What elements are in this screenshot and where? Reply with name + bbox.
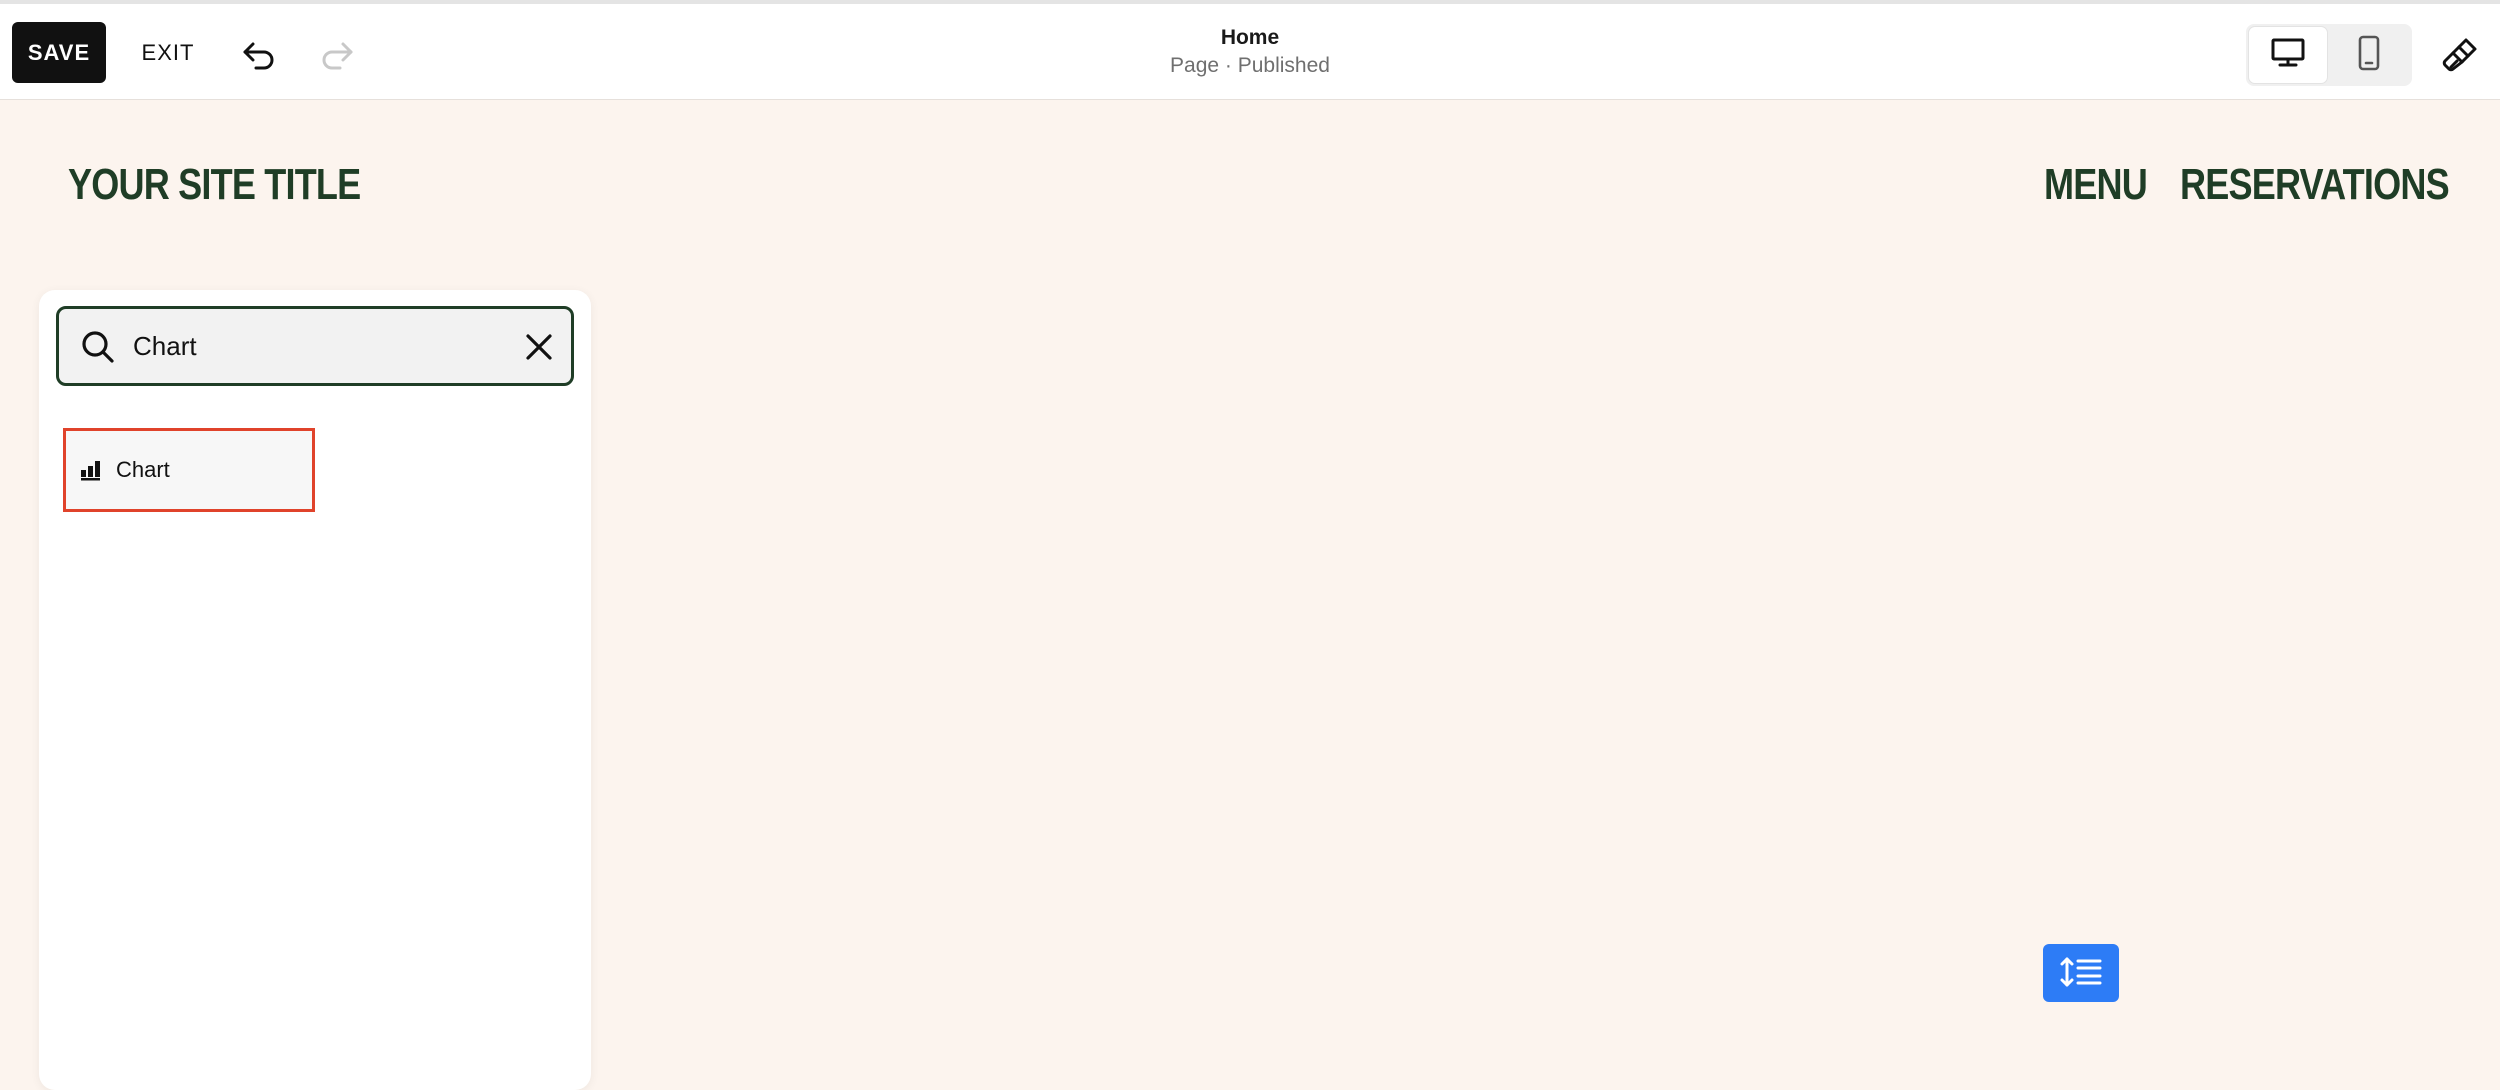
mobile-icon — [2358, 35, 2380, 76]
spacing-icon — [2059, 956, 2103, 991]
page-title: Home — [1220, 26, 1280, 49]
spacing-button[interactable] — [2043, 944, 2119, 1002]
add-block-panel: Chart — [39, 290, 591, 1090]
page-status: Page · Published — [1170, 54, 1330, 77]
search-icon — [81, 330, 115, 369]
bar-chart-icon — [80, 459, 102, 481]
desktop-icon — [2271, 38, 2305, 73]
device-toggle — [2246, 24, 2412, 86]
desktop-view-button[interactable] — [2249, 27, 2327, 83]
paintbrush-icon[interactable] — [2440, 34, 2480, 78]
block-search-box — [56, 306, 574, 386]
undo-icon[interactable] — [236, 32, 282, 78]
save-button[interactable]: SAVE — [12, 22, 106, 83]
site-title[interactable]: YOUR SITE TITLE — [68, 160, 361, 210]
mobile-view-button[interactable] — [2330, 27, 2408, 83]
redo-icon[interactable] — [314, 32, 360, 78]
nav-link-menu[interactable]: MENU — [2044, 160, 2148, 210]
block-result-chart[interactable]: Chart — [63, 428, 315, 512]
editor-toolbar: SAVE EXIT Home Page · Published — [0, 0, 2500, 100]
close-icon[interactable] — [525, 333, 553, 366]
block-search-input[interactable] — [133, 323, 493, 369]
exit-button[interactable]: EXIT — [130, 22, 206, 83]
block-result-label: Chart — [116, 457, 170, 482]
nav-link-reservations[interactable]: RESERVATIONS — [2180, 160, 2450, 210]
